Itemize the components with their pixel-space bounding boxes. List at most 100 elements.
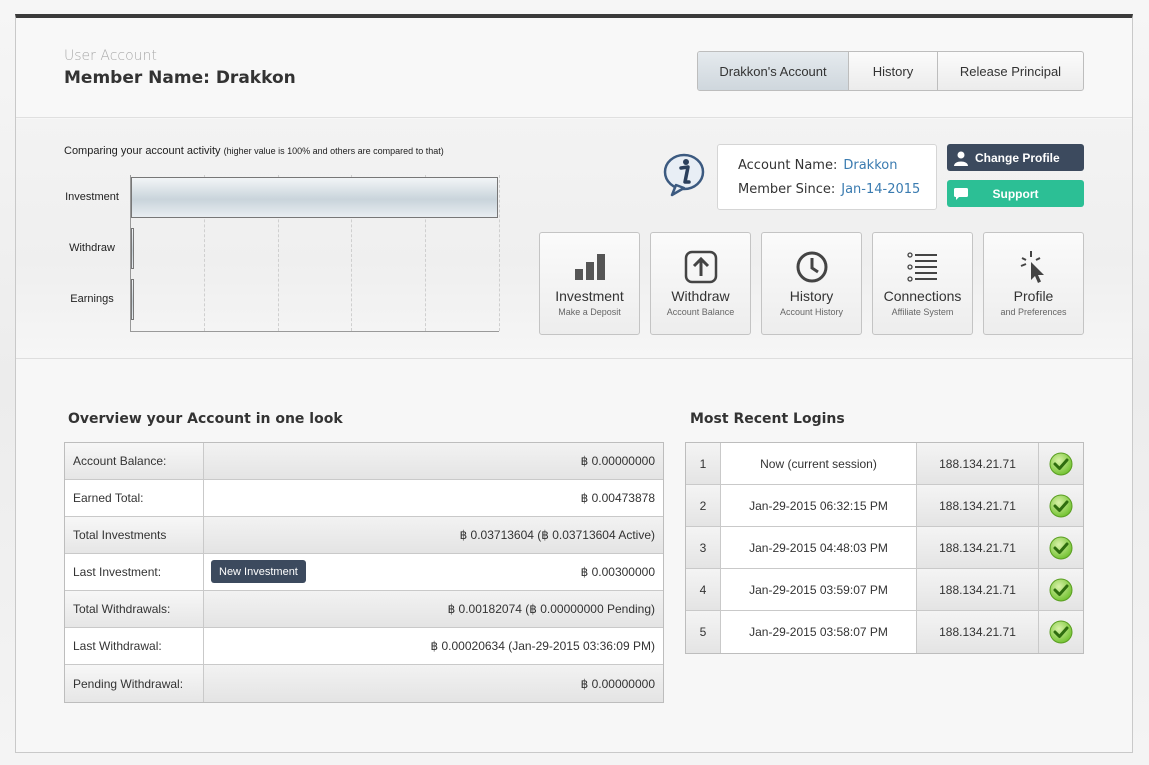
- support-button[interactable]: Support: [947, 180, 1084, 207]
- tile-title: Connections: [883, 288, 962, 304]
- table-row: 3 Jan-29-2015 04:48:03 PM 188.134.21.71: [686, 527, 1083, 569]
- page-frame: User Account Member Name: Drakkon Drakko…: [15, 14, 1133, 753]
- account-name-value: Drakkon: [843, 158, 898, 173]
- row-label: Total Withdrawals:: [65, 591, 204, 627]
- login-index: 3: [686, 527, 721, 568]
- login-date: Jan-29-2015 03:58:07 PM: [721, 611, 917, 653]
- row-label: Pending Withdrawal:: [65, 665, 204, 702]
- header: User Account Member Name: Drakkon Drakko…: [16, 18, 1132, 118]
- member-since-row: Member Since: Jan-14-2015: [738, 182, 920, 197]
- account-name-row: Account Name: Drakkon: [738, 158, 897, 173]
- table-row: 1 Now (current session) 188.134.21.71: [686, 443, 1083, 485]
- table-row: 2 Jan-29-2015 06:32:15 PM 188.134.21.71: [686, 485, 1083, 527]
- tile-subtitle: and Preferences: [1000, 307, 1067, 317]
- row-value: ฿ 0.00182074 (฿ 0.00000000 Pending): [204, 591, 663, 627]
- chart-bar: [131, 279, 134, 320]
- tile-connections[interactable]: Connections Affiliate System: [872, 232, 973, 335]
- tab-account[interactable]: Drakkon's Account: [698, 52, 849, 90]
- row-value: ฿ 0.03713604 (฿ 0.03713604 Active): [204, 517, 663, 553]
- row-label: Total Investments: [65, 517, 204, 553]
- table-row: Total Investments ฿ 0.03713604 (฿ 0.0371…: [65, 517, 663, 554]
- table-row: Pending Withdrawal: ฿ 0.00000000: [65, 665, 663, 702]
- row-label: Last Withdrawal:: [65, 628, 204, 664]
- row-label: Earned Total:: [65, 480, 204, 516]
- member-since-label: Member Since:: [738, 182, 836, 197]
- account-name-label: Account Name:: [738, 158, 838, 173]
- row-value-text: ฿ 0.00300000: [580, 565, 655, 579]
- row-value: ฿ 0.00473878: [204, 480, 663, 516]
- tile-history[interactable]: History Account History: [761, 232, 862, 335]
- upload-arrow-icon: [684, 250, 718, 284]
- row-label: Last Investment:: [65, 554, 204, 590]
- login-status: [1039, 611, 1083, 653]
- login-ip: 188.134.21.71: [917, 485, 1039, 526]
- list-icon: [906, 250, 939, 284]
- login-index: 5: [686, 611, 721, 653]
- row-value: New Investment ฿ 0.00300000: [204, 554, 663, 590]
- row-value: ฿ 0.00000000: [204, 443, 663, 479]
- table-row: Earned Total: ฿ 0.00473878: [65, 480, 663, 517]
- bar-chart-icon: [574, 250, 606, 284]
- info-icon: [663, 153, 705, 197]
- table-row: Total Withdrawals: ฿ 0.00182074 (฿ 0.000…: [65, 591, 663, 628]
- login-ip: 188.134.21.71: [917, 527, 1039, 568]
- tile-subtitle: Make a Deposit: [558, 307, 621, 317]
- logins-title: Most Recent Logins: [690, 411, 845, 427]
- table-row: Account Balance: ฿ 0.00000000: [65, 443, 663, 480]
- check-icon: [1049, 578, 1073, 601]
- activity-band: Comparing your account activity (higher …: [16, 119, 1132, 359]
- tile-subtitle: Affiliate System: [891, 307, 954, 317]
- row-value: ฿ 0.00020634 (Jan-29-2015 03:36:09 PM): [204, 628, 663, 664]
- tile-subtitle: Account History: [779, 307, 844, 317]
- activity-chart: Investment Withdraw Earnings: [16, 175, 516, 335]
- new-investment-button[interactable]: New Investment: [211, 560, 306, 583]
- login-date: Jan-29-2015 06:32:15 PM: [721, 485, 917, 526]
- tile-withdraw[interactable]: Withdraw Account Balance: [650, 232, 751, 335]
- login-ip: 188.134.21.71: [917, 569, 1039, 610]
- check-icon: [1049, 536, 1073, 559]
- tab-history[interactable]: History: [849, 52, 938, 90]
- row-value: ฿ 0.00000000: [204, 665, 663, 702]
- chart-bar: [131, 228, 134, 269]
- tile-profile[interactable]: Profile and Preferences: [983, 232, 1084, 335]
- chart-gridline: [499, 175, 500, 331]
- login-index: 2: [686, 485, 721, 526]
- login-status: [1039, 527, 1083, 568]
- tile-investment[interactable]: Investment Make a Deposit: [539, 232, 640, 335]
- login-status: [1039, 443, 1083, 484]
- cursor-click-icon: [1019, 250, 1049, 284]
- login-index: 1: [686, 443, 721, 484]
- login-ip: 188.134.21.71: [917, 443, 1039, 484]
- table-row: 4 Jan-29-2015 03:59:07 PM 188.134.21.71: [686, 569, 1083, 611]
- login-ip: 188.134.21.71: [917, 611, 1039, 653]
- member-name: Member Name: Drakkon: [64, 68, 296, 88]
- overview-table: Account Balance: ฿ 0.00000000 Earned Tot…: [64, 442, 664, 703]
- table-row: Last Investment: New Investment ฿ 0.0030…: [65, 554, 663, 591]
- chart-category-label: Withdraw: [69, 242, 115, 254]
- account-tabs: Drakkon's Account History Release Princi…: [697, 51, 1084, 91]
- action-tiles: Investment Make a Deposit Withdraw Accou…: [539, 232, 1084, 335]
- activity-note: (higher value is 100% and others are com…: [223, 146, 444, 156]
- chart-category-label: Earnings: [70, 293, 114, 305]
- tile-subtitle: Account Balance: [666, 307, 735, 317]
- tile-title: History: [789, 288, 834, 304]
- change-profile-button[interactable]: Change Profile: [947, 144, 1084, 171]
- row-label: Account Balance:: [65, 443, 204, 479]
- chart-category-label: Investment: [65, 191, 119, 203]
- login-index: 4: [686, 569, 721, 610]
- member-since-value: Jan-14-2015: [841, 182, 921, 197]
- activity-chart-title: Comparing your account activity (higher …: [64, 145, 444, 157]
- check-icon: [1049, 494, 1073, 517]
- clock-icon: [795, 250, 829, 284]
- login-date: Jan-29-2015 03:59:07 PM: [721, 569, 917, 610]
- chart-plot-area: [130, 175, 500, 332]
- chat-bubble-icon: [947, 187, 975, 201]
- check-icon: [1049, 452, 1073, 475]
- chart-bar: [131, 177, 498, 218]
- tile-title: Profile: [1013, 288, 1054, 304]
- tab-release-principal[interactable]: Release Principal: [938, 52, 1083, 90]
- tile-title: Investment: [555, 288, 624, 304]
- table-row: Last Withdrawal: ฿ 0.00020634 (Jan-29-20…: [65, 628, 663, 665]
- support-label: Support: [992, 186, 1039, 201]
- account-info-box: Account Name: Drakkon Member Since: Jan-…: [717, 144, 937, 210]
